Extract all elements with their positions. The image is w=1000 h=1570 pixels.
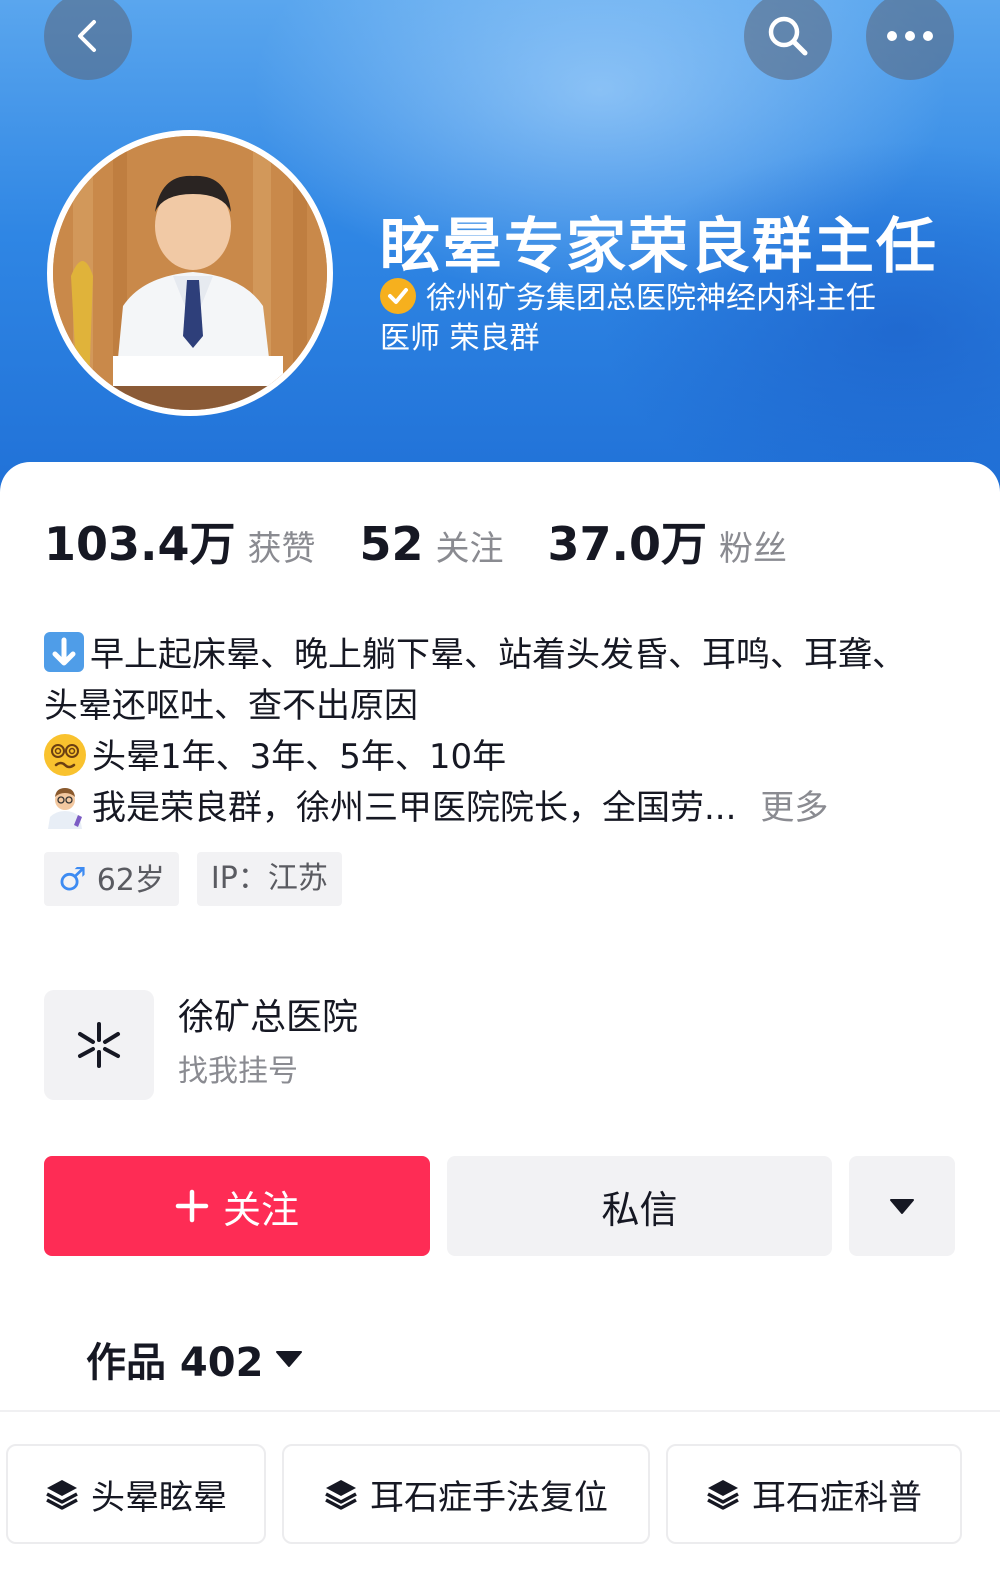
bio-line: 我是荣良群，徐州三甲医院院长，全国劳... 更多 bbox=[44, 783, 974, 834]
back-button[interactable] bbox=[44, 0, 132, 80]
verified-badge-icon bbox=[380, 278, 416, 314]
bio-line: 头晕还呕吐、查不出原因 bbox=[44, 681, 974, 732]
tab-works[interactable]: 作品 402 bbox=[86, 1330, 303, 1388]
followers-count[interactable]: 37.0万 bbox=[548, 508, 708, 574]
ip-tag: IP：江苏 bbox=[196, 852, 342, 906]
link-card-title: 徐矿总医院 bbox=[178, 997, 359, 1038]
collection-label: 耳石症手法复位 bbox=[370, 1477, 608, 1518]
following-count[interactable]: 52 bbox=[360, 517, 424, 571]
layers-icon bbox=[707, 1480, 739, 1510]
plus-icon bbox=[175, 1189, 209, 1223]
likes-label[interactable]: 获赞 bbox=[248, 521, 316, 570]
nickname: 眩晕专家荣良群主任 bbox=[380, 212, 938, 282]
bio-line: 头晕1年、3年、5年、10年 bbox=[44, 732, 974, 783]
message-label: 私信 bbox=[601, 1187, 678, 1232]
age-text: 62岁 bbox=[96, 863, 165, 898]
dizzy-face-icon bbox=[44, 734, 86, 776]
bio-more-link[interactable]: 更多 bbox=[760, 788, 828, 828]
collection-item[interactable]: 耳石症手法复位 bbox=[282, 1444, 650, 1544]
collection-item[interactable]: 耳石症科普 bbox=[666, 1444, 962, 1544]
likes-count[interactable]: 103.4万 bbox=[44, 508, 236, 574]
bio[interactable]: 早上起床晕、晚上躺下晕、站着头发昏、耳鸣、耳聋、 头晕还呕吐、查不出原因 头晕1… bbox=[44, 630, 974, 834]
collections-row: 头晕眩晕 耳石症手法复位 耳石症科普 bbox=[6, 1444, 978, 1544]
profile-header: 眩晕专家荣良群主任 徐州矿务集团总医院神经内科主任 医师 荣良群 bbox=[0, 0, 1000, 520]
hospital-link-card[interactable]: 徐矿总医院 找我挂号 bbox=[44, 990, 358, 1100]
link-card-subtitle: 找我挂号 bbox=[178, 1054, 298, 1089]
bio-line: 早上起床晕、晚上躺下晕、站着头发昏、耳鸣、耳聋、 bbox=[44, 630, 974, 681]
verification-info: 徐州矿务集团总医院神经内科主任 医师 荣良群 bbox=[380, 278, 940, 359]
doctor-emoji-icon bbox=[44, 785, 86, 829]
search-icon bbox=[768, 16, 808, 56]
collection-label: 头晕眩晕 bbox=[91, 1477, 227, 1518]
collection-label: 耳石症科普 bbox=[752, 1477, 922, 1518]
stats-row: 103.4万 获赞 52 关注 37.0万 粉丝 bbox=[44, 508, 831, 574]
divider bbox=[0, 1410, 1000, 1412]
follow-button[interactable]: 关注 bbox=[44, 1156, 430, 1256]
recommend-dropdown-button[interactable] bbox=[849, 1156, 955, 1256]
ellipsis-icon bbox=[887, 31, 933, 41]
chevron-left-icon bbox=[78, 20, 96, 52]
works-label: 作品 402 bbox=[86, 1340, 264, 1386]
followers-label[interactable]: 粉丝 bbox=[719, 521, 787, 570]
layers-icon bbox=[46, 1480, 78, 1510]
caret-down-icon bbox=[890, 1199, 914, 1214]
bio-text-1: 早上起床晕、晚上躺下晕、站着头发昏、耳鸣、耳聋、 bbox=[90, 635, 906, 675]
profile-tags: ♂ 62岁 IP：江苏 bbox=[44, 852, 360, 906]
follow-label: 关注 bbox=[222, 1187, 299, 1232]
message-button[interactable]: 私信 bbox=[447, 1156, 832, 1256]
bio-text-2: 头晕还呕吐、查不出原因 bbox=[44, 686, 418, 726]
age-tag: ♂ 62岁 bbox=[44, 852, 179, 906]
avatar[interactable] bbox=[47, 130, 333, 416]
bio-text-4: 我是荣良群，徐州三甲医院院长，全国劳... bbox=[92, 788, 737, 828]
following-label[interactable]: 关注 bbox=[436, 521, 504, 570]
down-arrow-icon bbox=[44, 632, 84, 672]
link-card-text: 徐矿总医院 找我挂号 bbox=[178, 991, 358, 1099]
verification-line2: 医师 荣良群 bbox=[380, 321, 540, 356]
verification-line1: 徐州矿务集团总医院神经内科主任 bbox=[426, 281, 876, 316]
bio-text-3: 头晕1年、3年、5年、10年 bbox=[92, 737, 507, 777]
caret-down-icon bbox=[276, 1351, 303, 1367]
layers-icon bbox=[325, 1480, 357, 1510]
doctor-portrait bbox=[53, 136, 327, 410]
collection-item[interactable]: 头晕眩晕 bbox=[6, 1444, 266, 1544]
male-icon: ♂ bbox=[58, 860, 87, 898]
asterisk-icon bbox=[44, 990, 154, 1100]
